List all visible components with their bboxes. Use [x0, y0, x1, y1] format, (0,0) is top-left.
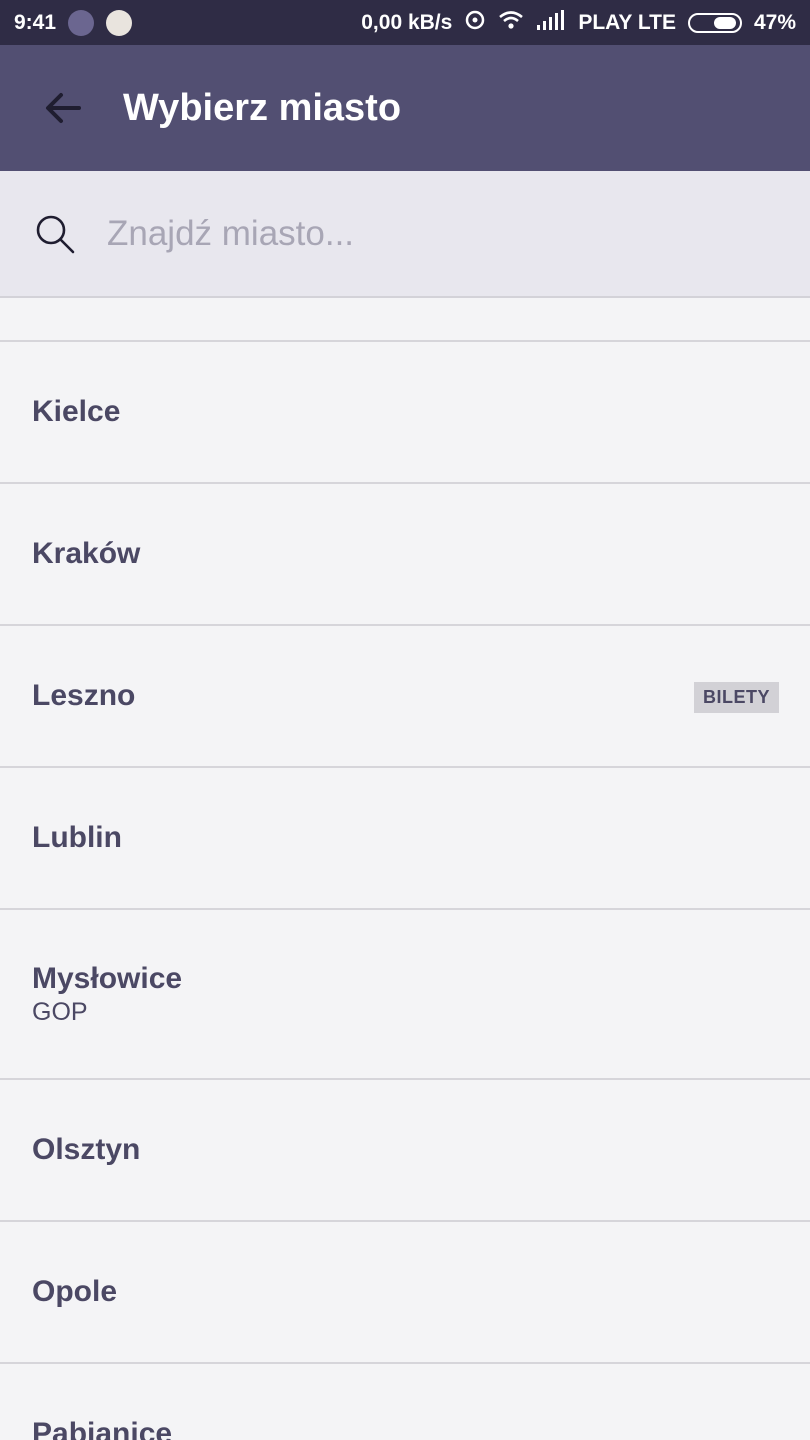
search-icon [36, 215, 75, 253]
search-input[interactable] [107, 213, 707, 254]
city-name: Pabianice [32, 1417, 173, 1440]
city-item-lublin[interactable]: Lublin [0, 768, 810, 910]
city-item-kielce[interactable]: Kielce [0, 342, 810, 484]
arrow-left-icon [46, 93, 81, 123]
city-name: Opole [32, 1275, 118, 1308]
app-notification-icon [106, 9, 133, 36]
city-item-opole[interactable]: Opole [0, 1222, 810, 1364]
search-bar [0, 171, 810, 298]
battery-icon [687, 12, 742, 33]
city-name: Lublin [32, 821, 122, 854]
city-name: Olsztyn [32, 1133, 141, 1166]
carrier-label: PLAY LTE [578, 10, 676, 34]
status-time: 9:41 [14, 10, 57, 34]
hotspot-icon [464, 9, 486, 37]
back-button[interactable] [33, 78, 93, 138]
city-item-myslowice[interactable]: Mysłowice GOP [0, 910, 810, 1080]
city-name: Kraków [32, 537, 141, 570]
city-item-krakow[interactable]: Kraków [0, 484, 810, 626]
tickets-badge: BILETY [693, 682, 779, 713]
app-bar: Wybierz miasto [0, 45, 810, 171]
list-divider [0, 298, 810, 342]
status-bar: 9:41 0,00 kB/s PLAY LTE 47% [0, 0, 810, 45]
city-region: GOP [32, 997, 88, 1026]
city-item-pabianice[interactable]: Pabianice [0, 1364, 810, 1440]
city-name: Mysłowice [32, 961, 183, 995]
signal-icon [536, 9, 566, 36]
battery-percent: 47% [753, 10, 796, 34]
city-list: Kielce Kraków Leszno BILETY Lublin Mysło… [0, 298, 810, 1440]
page-title: Wybierz miasto [123, 86, 402, 129]
city-name: Kielce [32, 395, 121, 428]
city-item-olsztyn[interactable]: Olsztyn [0, 1080, 810, 1222]
wifi-icon [498, 10, 524, 36]
app-notification-icon [68, 9, 95, 36]
city-item-leszno[interactable]: Leszno BILETY [0, 626, 810, 768]
network-speed: 0,00 kB/s [361, 10, 453, 34]
